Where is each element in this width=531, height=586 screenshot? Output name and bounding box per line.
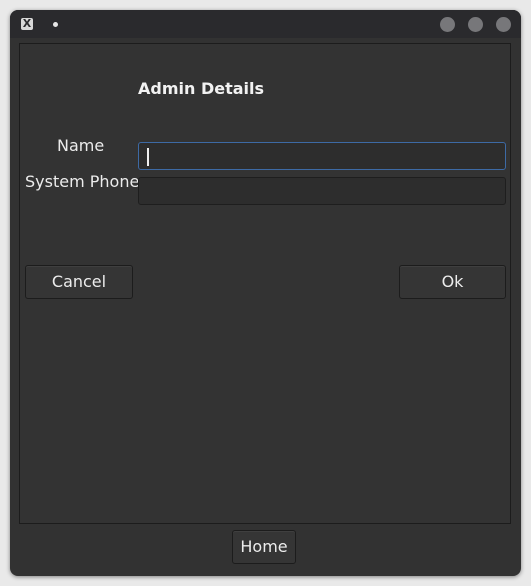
minimize-button[interactable] bbox=[440, 17, 455, 32]
form-heading: Admin Details bbox=[138, 79, 265, 98]
system-phone-input[interactable] bbox=[138, 177, 506, 205]
name-label: Name bbox=[57, 136, 105, 155]
cancel-button[interactable]: Cancel bbox=[25, 265, 133, 299]
text-cursor bbox=[147, 148, 149, 166]
x-window-icon: X bbox=[21, 17, 33, 30]
maximize-button[interactable] bbox=[468, 17, 483, 32]
form-panel: Admin Details Name System Phone Cancel O… bbox=[19, 43, 511, 524]
home-button[interactable]: Home bbox=[232, 530, 296, 564]
title-bar[interactable]: X bbox=[10, 10, 521, 38]
name-input[interactable] bbox=[138, 142, 506, 170]
app-window: X Admin Details Name System Phone Cancel… bbox=[10, 10, 521, 576]
title-indicator-dot bbox=[53, 22, 58, 27]
system-phone-label: System Phone bbox=[25, 172, 140, 191]
ok-button[interactable]: Ok bbox=[399, 265, 506, 299]
close-button[interactable] bbox=[496, 17, 511, 32]
